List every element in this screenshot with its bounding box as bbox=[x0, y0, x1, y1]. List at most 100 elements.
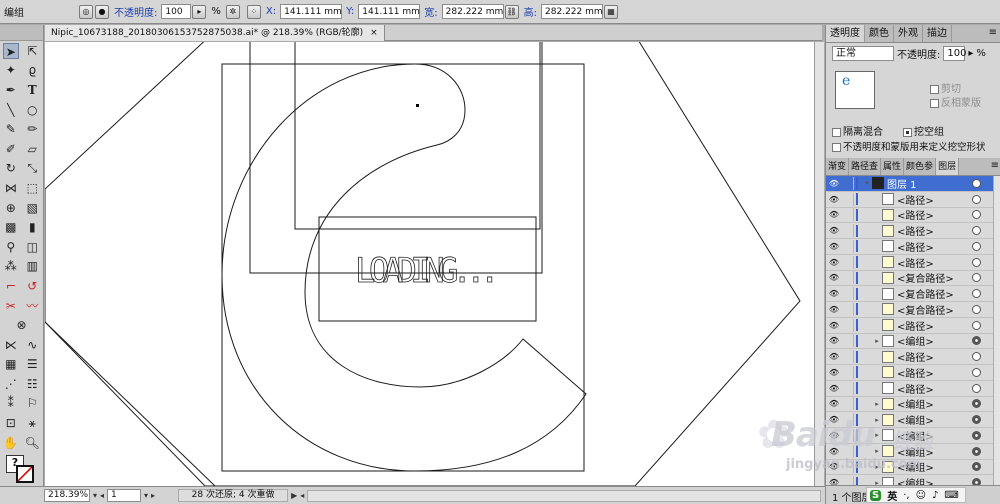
x-label[interactable]: X: bbox=[266, 6, 276, 17]
line-tool-icon[interactable]: ╲ bbox=[3, 102, 19, 118]
expand-triangle-icon[interactable]: ▸ bbox=[872, 337, 882, 345]
lock-toggle[interactable] bbox=[842, 397, 854, 411]
ime-mode[interactable]: 英 bbox=[887, 488, 897, 503]
zoom-field[interactable]: 218.39% bbox=[44, 489, 90, 502]
knockout-group-option[interactable]: 挖空组 bbox=[903, 126, 944, 139]
sublayer-row[interactable]: 👁︎ <复合路径> bbox=[826, 302, 1000, 318]
hand-tool-icon[interactable]: ✋ bbox=[3, 435, 19, 451]
sublayer-row[interactable]: 👁︎ <路径> bbox=[826, 349, 1000, 365]
visibility-eye-icon[interactable]: 👁︎ bbox=[826, 368, 842, 377]
scale-tool-icon[interactable]: ⤡ bbox=[24, 160, 40, 176]
scroll-left-icon[interactable]: ◂ bbox=[300, 491, 304, 500]
sublayer-row[interactable]: 👁︎ <路径> bbox=[826, 318, 1000, 334]
next-artboard-icon[interactable]: ▸ bbox=[151, 491, 155, 500]
type-tool-icon[interactable]: T bbox=[24, 82, 40, 98]
y-input[interactable]: 141.111 mm bbox=[358, 4, 421, 19]
pencil-tool-icon[interactable]: ✏ bbox=[24, 121, 40, 137]
visibility-eye-icon[interactable]: 👁︎ bbox=[826, 210, 842, 219]
visibility-eye-icon[interactable]: 👁︎ bbox=[826, 289, 842, 298]
visibility-eye-icon[interactable]: 👁︎ bbox=[826, 399, 842, 408]
symbol-stainer-tool-icon[interactable]: ⚐ bbox=[24, 395, 40, 411]
visibility-eye-icon[interactable]: 👁︎ bbox=[826, 352, 842, 361]
opacity-mask-option[interactable]: 不透明度和蒙版用来定义挖空形状 bbox=[826, 140, 1000, 155]
target-circle-icon[interactable] bbox=[972, 226, 981, 236]
object-thumbnail[interactable]: e bbox=[835, 71, 875, 109]
target-circle-icon[interactable] bbox=[972, 399, 981, 409]
visibility-eye-icon[interactable]: 👁︎ bbox=[826, 179, 842, 188]
stroke-color-icon[interactable] bbox=[16, 465, 34, 484]
expand-triangle-icon[interactable]: ▾ bbox=[862, 179, 872, 187]
isolate-blending-checkbox[interactable] bbox=[832, 127, 841, 137]
target-circle-icon[interactable] bbox=[972, 273, 981, 283]
layer-row[interactable]: 👁︎ ▾ 图层 1 bbox=[826, 176, 1000, 192]
lock-toggle[interactable] bbox=[842, 350, 854, 364]
width-input[interactable]: 282.222 mm bbox=[441, 4, 504, 19]
panel-opacity-dropdown-icon[interactable]: ▸ bbox=[968, 48, 973, 59]
target-circle-icon[interactable] bbox=[972, 415, 981, 425]
x-input[interactable]: 141.111 mm bbox=[280, 4, 343, 19]
lock-toggle[interactable] bbox=[842, 192, 854, 206]
visibility-eye-icon[interactable]: 👁︎ bbox=[826, 273, 842, 282]
tab-pathfinder[interactable]: 路径查 bbox=[849, 158, 882, 175]
horizontal-scrollbar[interactable] bbox=[307, 489, 821, 502]
target-circle-icon[interactable] bbox=[972, 462, 981, 472]
free-transform-tool-icon[interactable]: ⬚ bbox=[24, 180, 40, 196]
opacity-mask-checkbox[interactable] bbox=[832, 142, 841, 152]
tab-gradient[interactable]: 渐变 bbox=[826, 158, 850, 175]
sublayer-row[interactable]: 👁︎ ▸ <编组> bbox=[826, 334, 1000, 350]
lock-toggle[interactable] bbox=[842, 224, 854, 238]
direct-selection-tool-icon[interactable]: ⇱ bbox=[24, 43, 40, 59]
width-label[interactable]: 宽: bbox=[424, 4, 437, 19]
tab-layers[interactable]: 图层 bbox=[936, 158, 960, 175]
style-picker-icon[interactable]: ● bbox=[95, 4, 109, 19]
twirl-tool-icon[interactable]: ∿ bbox=[24, 337, 40, 353]
tab-stroke[interactable]: 描边 bbox=[923, 25, 952, 42]
sublayer-row[interactable]: 👁︎ <路径> bbox=[826, 381, 1000, 397]
crystallize-tool-icon[interactable]: ⋰ bbox=[3, 376, 19, 392]
blend-mode-select[interactable]: 正常 bbox=[832, 45, 894, 61]
expand-triangle-icon[interactable]: ▸ bbox=[872, 400, 882, 408]
clip-checkbox[interactable] bbox=[930, 84, 939, 94]
target-circle-icon[interactable] bbox=[972, 320, 981, 330]
artboard-tool-icon[interactable]: ⌐ bbox=[3, 278, 19, 294]
paintbrush-tool-icon[interactable]: ✎ bbox=[3, 121, 19, 137]
target-circle-icon[interactable] bbox=[972, 336, 981, 346]
ime-mic-icon[interactable]: ♪ bbox=[932, 490, 938, 501]
lock-toggle[interactable] bbox=[842, 271, 854, 285]
tab-attributes[interactable]: 属性 bbox=[881, 158, 905, 175]
layers-menu-icon[interactable]: ≡ bbox=[989, 158, 1000, 175]
ime-logo-icon[interactable]: S bbox=[870, 489, 882, 501]
y-label[interactable]: Y: bbox=[346, 6, 354, 17]
lock-toggle[interactable] bbox=[842, 239, 854, 253]
tab-color-guide[interactable]: 颜色参 bbox=[904, 158, 937, 175]
visibility-eye-icon[interactable]: 👁︎ bbox=[826, 305, 842, 314]
lock-toggle[interactable] bbox=[842, 255, 854, 269]
slice-tool-icon[interactable]: ↺ bbox=[24, 278, 40, 294]
scissors-tool-icon[interactable]: ✂ bbox=[3, 298, 19, 314]
style-swatch-icon[interactable]: ◎ bbox=[79, 4, 93, 19]
ime-punct-icon[interactable]: ·, bbox=[903, 490, 909, 501]
layers-scrollbar[interactable] bbox=[993, 176, 1000, 494]
target-circle-icon[interactable] bbox=[972, 194, 981, 204]
pucker-tool-icon[interactable]: ▦ bbox=[3, 356, 19, 372]
height-input[interactable]: 282.222 mm bbox=[541, 4, 604, 19]
opacity-label[interactable]: 不透明度: bbox=[114, 4, 157, 19]
perspective-grid-tool-icon[interactable]: ▧ bbox=[24, 200, 40, 216]
lock-toggle[interactable] bbox=[842, 365, 854, 379]
target-circle-icon[interactable] bbox=[972, 241, 981, 251]
shape-builder-tool-icon[interactable]: ⊕ bbox=[3, 200, 19, 216]
lock-toggle[interactable] bbox=[842, 287, 854, 301]
sublayer-row[interactable]: 👁︎ <路径> bbox=[826, 255, 1000, 271]
eyedropper-tool-icon[interactable]: ⚲ bbox=[3, 239, 19, 255]
opacity-input[interactable]: 100 bbox=[161, 4, 192, 19]
invert-mask-checkbox[interactable] bbox=[930, 98, 939, 108]
status-menu-icon[interactable]: ▶ bbox=[291, 491, 297, 500]
lock-toggle[interactable] bbox=[842, 302, 854, 316]
width-tool-icon[interactable]: ⋈ bbox=[3, 180, 19, 196]
target-circle-icon[interactable] bbox=[972, 383, 981, 393]
selection-tool-icon[interactable]: ➤ bbox=[2, 42, 19, 59]
lock-toggle[interactable] bbox=[842, 176, 854, 190]
isolate-blending-option[interactable]: 隔离混合 bbox=[832, 126, 883, 139]
visibility-eye-icon[interactable]: 👁︎ bbox=[826, 336, 842, 345]
ime-toolbar[interactable]: S 英 ·, ☺ ♪ ⌨ bbox=[866, 487, 966, 503]
